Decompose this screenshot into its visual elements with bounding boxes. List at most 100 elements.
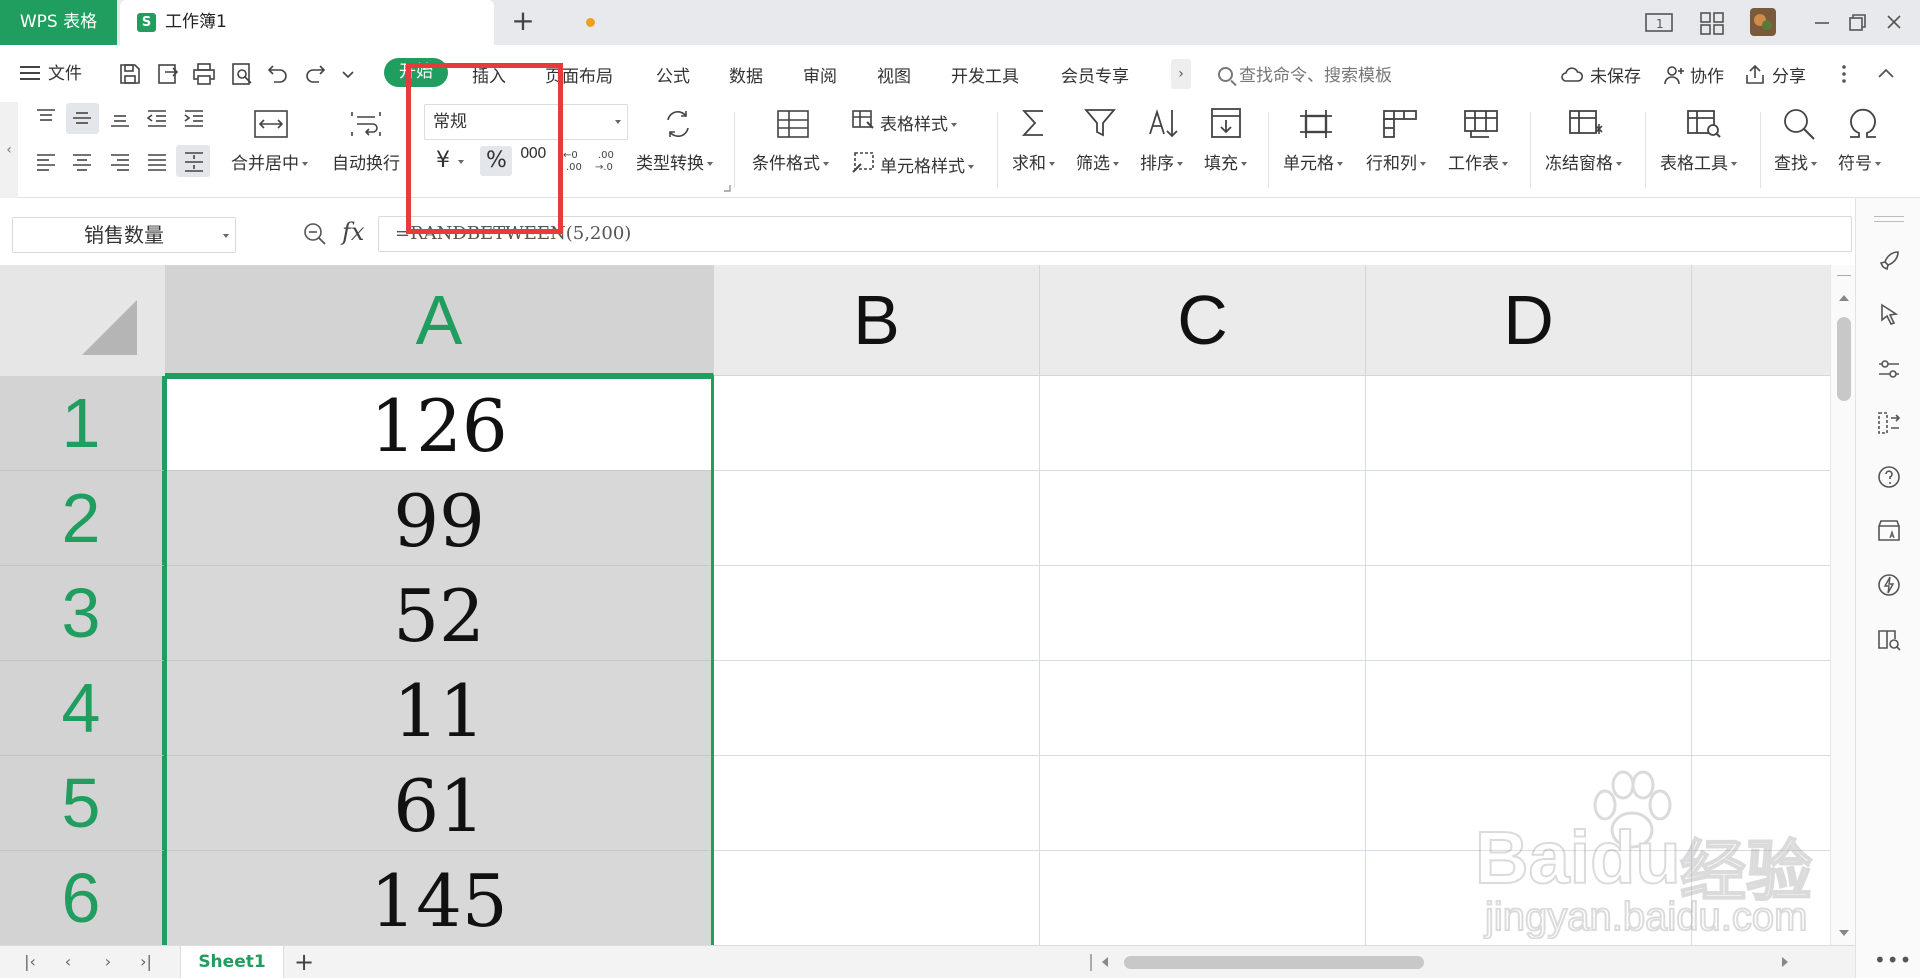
table-tools-button[interactable]: 表格工具 — [1660, 149, 1737, 174]
cell-icon[interactable] — [1298, 108, 1334, 140]
cursor-select-icon[interactable] — [1876, 302, 1902, 328]
help-icon[interactable] — [1876, 464, 1902, 490]
cell-d1[interactable] — [1366, 376, 1692, 471]
share-button[interactable]: 分享 — [1772, 62, 1806, 87]
align-center-icon[interactable] — [70, 150, 94, 174]
cell-b1[interactable] — [714, 376, 1040, 471]
dialog-launcher-icon[interactable] — [723, 184, 731, 192]
collaborate-button[interactable]: 协作 — [1690, 62, 1724, 87]
tab-view[interactable]: 视图 — [877, 62, 911, 87]
cell-d5[interactable] — [1366, 756, 1692, 851]
horizontal-scrollbar[interactable] — [1090, 954, 1800, 971]
cell-e1[interactable] — [1692, 376, 1830, 471]
cell-c1[interactable] — [1040, 376, 1366, 471]
tab-formulas[interactable]: 公式 — [656, 62, 690, 87]
column-header-c[interactable]: C — [1040, 265, 1366, 376]
next-sheet-icon[interactable]: › — [98, 952, 118, 972]
cell-b6[interactable] — [714, 851, 1040, 945]
page-view-icon[interactable]: 1 — [1645, 10, 1673, 36]
document-tab[interactable]: S 工作簿1 — [120, 0, 595, 45]
row-col-button[interactable]: 行和列 — [1366, 149, 1426, 174]
auto-wrap-icon[interactable] — [349, 108, 383, 140]
new-tab-button[interactable]: + — [508, 6, 538, 38]
row-header-1[interactable]: 1 — [0, 376, 165, 471]
scroll-right-icon[interactable] — [1782, 957, 1788, 967]
fill-button[interactable]: 填充 — [1204, 149, 1247, 174]
cell-c5[interactable] — [1040, 756, 1366, 851]
select-all-corner[interactable] — [0, 265, 165, 376]
cell-e6[interactable] — [1692, 851, 1830, 945]
cell-d6[interactable] — [1366, 851, 1692, 945]
cell-d3[interactable] — [1366, 566, 1692, 661]
column-header-a[interactable]: A — [165, 265, 714, 376]
cell-a2[interactable]: 99 — [165, 471, 714, 566]
cell-b3[interactable] — [714, 566, 1040, 661]
filter-icon[interactable] — [1083, 106, 1117, 140]
scroll-down-icon[interactable] — [1839, 930, 1849, 936]
sheet-tab-sheet1[interactable]: Sheet1 — [180, 946, 284, 978]
horizontal-scroll-thumb[interactable] — [1124, 956, 1424, 969]
cell-d2[interactable] — [1366, 471, 1692, 566]
scroll-up-icon[interactable] — [1839, 295, 1849, 301]
cell-a6[interactable]: 145 — [165, 851, 714, 945]
fx-icon[interactable]: fx — [342, 218, 364, 246]
align-bottom-icon[interactable] — [108, 106, 132, 130]
freeze-panes-button[interactable]: 冻结窗格 — [1545, 149, 1622, 174]
align-left-icon[interactable] — [34, 150, 58, 174]
tab-developer[interactable]: 开发工具 — [951, 62, 1019, 87]
find-button[interactable]: 查找 — [1774, 149, 1817, 174]
store-icon[interactable] — [1876, 518, 1902, 544]
add-sheet-button[interactable]: + — [292, 948, 316, 976]
sum-icon[interactable] — [1018, 106, 1050, 140]
transform-icon[interactable] — [1876, 410, 1902, 436]
merge-center-icon[interactable] — [253, 108, 289, 140]
column-header-d[interactable]: D — [1366, 265, 1692, 376]
name-box[interactable]: 销售数量 — [12, 217, 236, 253]
justify-icon[interactable] — [145, 150, 169, 174]
row-header-5[interactable]: 5 — [0, 756, 165, 851]
align-right-icon[interactable] — [108, 150, 132, 174]
cell-c3[interactable] — [1040, 566, 1366, 661]
cell-e5[interactable] — [1692, 756, 1830, 851]
merge-center-button[interactable]: 合并居中 — [231, 149, 308, 174]
cell-d4[interactable] — [1366, 661, 1692, 756]
cell-c4[interactable] — [1040, 661, 1366, 756]
close-icon[interactable] — [1880, 10, 1908, 36]
sliders-icon[interactable] — [1876, 356, 1902, 382]
lightning-icon[interactable] — [1876, 572, 1902, 598]
vertical-scrollbar[interactable] — [1830, 265, 1855, 945]
symbol-button[interactable]: 符号 — [1838, 149, 1881, 174]
formula-input[interactable]: =RANDBETWEEN(5,200) — [378, 216, 1852, 252]
scroll-left-icon[interactable] — [1102, 957, 1108, 967]
type-convert-button[interactable]: 类型转换 — [636, 149, 713, 174]
cell-button[interactable]: 单元格 — [1283, 149, 1343, 174]
worksheet-button[interactable]: 工作表 — [1448, 149, 1508, 174]
restore-icon[interactable] — [1843, 10, 1871, 36]
auto-wrap-button[interactable]: 自动换行 — [332, 149, 400, 174]
conditional-format-button[interactable]: 条件格式 — [752, 149, 829, 174]
save-icon[interactable] — [118, 62, 142, 86]
cell-b4[interactable] — [714, 661, 1040, 756]
row-header-4[interactable]: 4 — [0, 661, 165, 756]
tab-data[interactable]: 数据 — [729, 62, 763, 87]
customize-toolbar-chevron-icon[interactable] — [340, 62, 356, 86]
last-sheet-icon[interactable]: ›| — [136, 952, 156, 972]
prev-sheet-icon[interactable]: ‹ — [58, 952, 78, 972]
distributed-align-icon[interactable] — [182, 150, 206, 174]
export-icon[interactable] — [156, 62, 180, 86]
table-style-icon[interactable] — [851, 108, 875, 132]
table-tools-icon[interactable] — [1686, 108, 1722, 140]
worksheet-icon[interactable] — [1463, 108, 1499, 140]
side-panel-more-icon[interactable]: ••• — [1874, 948, 1912, 972]
row-header-2[interactable]: 2 — [0, 471, 165, 566]
ribbon-scroll-left-icon[interactable]: ‹ — [0, 102, 18, 198]
more-tabs-button[interactable]: › — [1171, 59, 1191, 89]
table-style-button[interactable]: 表格样式 — [880, 110, 957, 135]
align-top-icon[interactable] — [34, 106, 58, 130]
cell-a5[interactable]: 61 — [165, 756, 714, 851]
redo-icon[interactable] — [303, 62, 327, 86]
cell-style-icon[interactable] — [851, 150, 875, 174]
minimize-icon[interactable] — [1808, 10, 1836, 36]
cell-a4[interactable]: 11 — [165, 661, 714, 756]
freeze-panes-icon[interactable] — [1568, 108, 1604, 140]
